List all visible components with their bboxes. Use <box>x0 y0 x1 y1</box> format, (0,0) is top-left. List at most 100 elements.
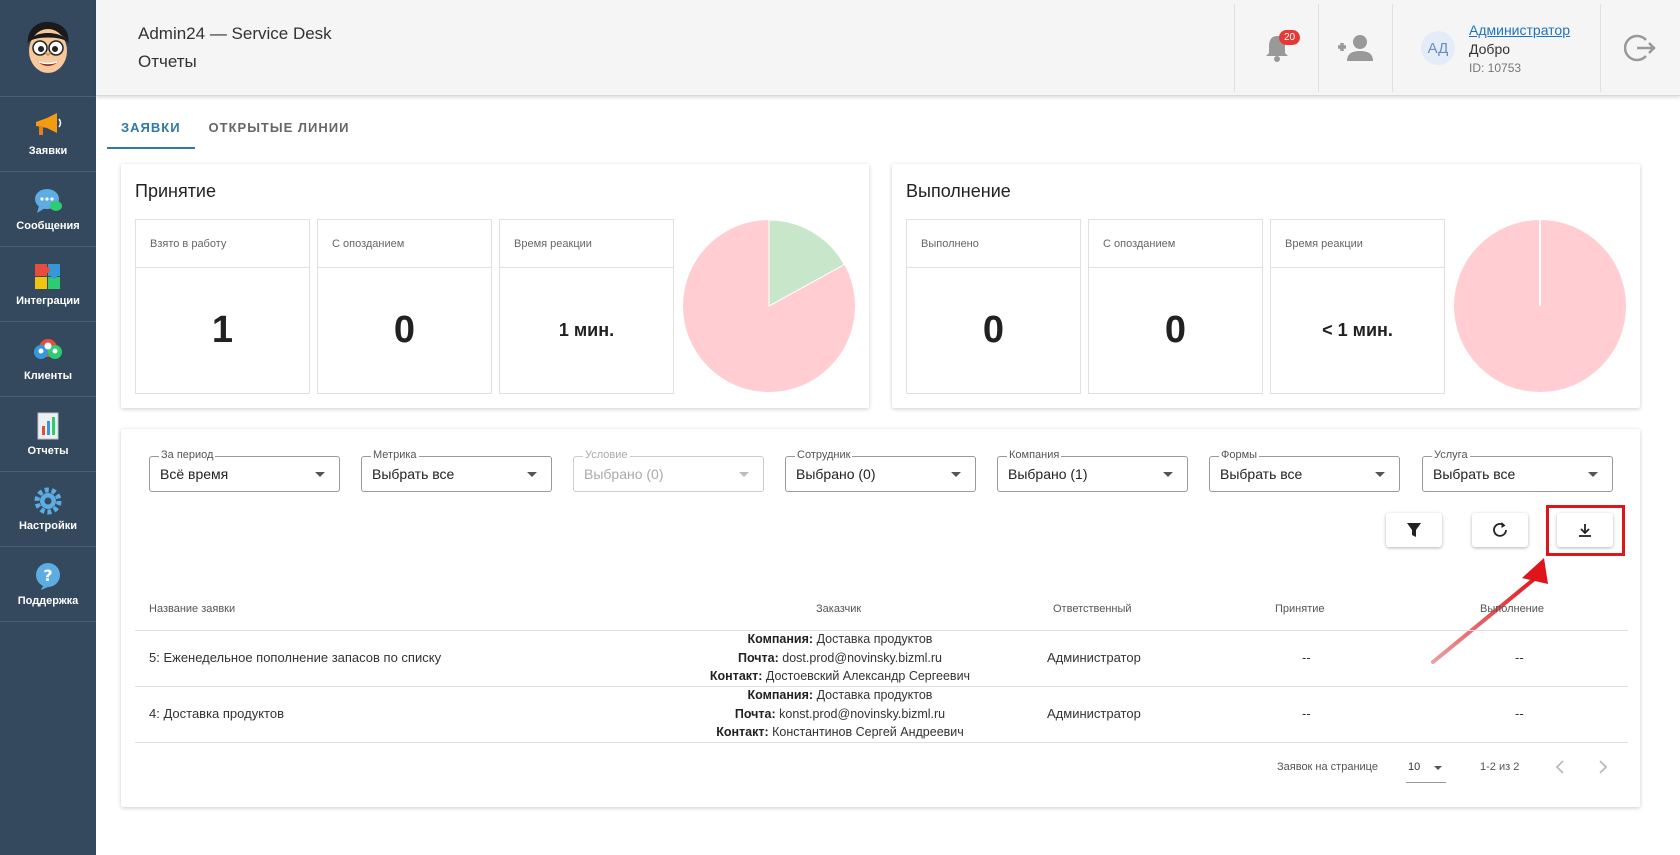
row-divider <box>135 742 1628 743</box>
mascot-logo-icon <box>27 21 69 73</box>
row-name[interactable]: 5: Еженедельное пополнение запасов по сп… <box>149 650 441 665</box>
chevron-down-icon <box>315 472 325 477</box>
filter-period[interactable]: За период Всё время <box>149 449 340 492</box>
filter-forms[interactable]: Формы Выбрать все <box>1209 449 1400 492</box>
per-page-label: Заявок на странице <box>1277 761 1378 773</box>
chevron-down-icon <box>739 472 749 477</box>
filter-company[interactable]: Компания Выбрано (1) <box>997 449 1188 492</box>
stat-label: С опозданием <box>318 220 491 268</box>
row-acceptance: -- <box>1302 650 1311 665</box>
stat-label: Время реакции <box>500 220 673 268</box>
per-page-select[interactable]: 10 <box>1406 755 1446 783</box>
gear-icon <box>33 486 63 516</box>
notifications-button[interactable]: 20 <box>1234 4 1318 92</box>
sidebar-item-reports[interactable]: Отчеты <box>0 397 96 472</box>
page-range: 1-2 из 2 <box>1480 761 1520 773</box>
logout-button[interactable] <box>1600 4 1678 92</box>
prev-page-button[interactable] <box>1553 757 1567 782</box>
company-label: Компания: <box>747 688 814 702</box>
stat-late: С опозданием 0 <box>1088 219 1263 394</box>
chat-bubbles-icon <box>33 186 63 216</box>
user-greeting: Добро <box>1469 40 1511 57</box>
contact-label: Контакт: <box>716 725 769 739</box>
next-page-button[interactable] <box>1596 757 1610 782</box>
chevron-down-icon <box>951 472 961 477</box>
add-user-button[interactable] <box>1318 4 1392 92</box>
stat-taken: Взято в работу 1 <box>135 219 310 394</box>
stat-label: Время реакции <box>1271 220 1444 268</box>
sidebar: Заявки Сообщения Интеграции Клиенты Отче… <box>0 0 96 855</box>
refresh-icon <box>1493 522 1507 537</box>
sidebar-item-clients[interactable]: Клиенты <box>0 322 96 397</box>
company-label: Компания: <box>747 632 814 646</box>
user-profile[interactable]: АД Администратор Добро ID: 10753 <box>1392 4 1600 92</box>
refresh-button[interactable] <box>1472 513 1528 547</box>
chevron-down-icon <box>1434 766 1442 770</box>
sidebar-item-integrations[interactable]: Интеграции <box>0 247 96 322</box>
email-label: Почта: <box>734 706 776 721</box>
filter-label: Сотрудник <box>795 449 853 461</box>
sidebar-item-requests[interactable]: Заявки <box>0 97 96 172</box>
notification-count-badge: 20 <box>1279 30 1301 45</box>
tab-requests[interactable]: ЗАЯВКИ <box>107 109 195 149</box>
filter-value: Выбрать все <box>1220 466 1303 482</box>
row-customer: Компания: Доставка продуктов Почта: kons… <box>630 686 1050 742</box>
filter-label: За период <box>159 449 216 461</box>
tab-open-lines[interactable]: ОТКРЫТЫЕ ЛИНИИ <box>195 109 364 149</box>
page-title: Отчеты <box>138 52 197 71</box>
stat-value: 1 мин. <box>558 320 615 340</box>
funnel-icon <box>1407 523 1421 537</box>
user-id: ID: 10753 <box>1469 60 1522 75</box>
stat-value: 0 <box>982 309 1005 351</box>
sidebar-item-label: Интеграции <box>16 295 80 307</box>
col-header-customer: Заказчик <box>816 603 862 615</box>
contact-value: Константинов Сергей Андреевич <box>772 725 964 739</box>
stat-value: 0 <box>1164 309 1187 351</box>
logo <box>0 0 96 97</box>
row-execution: -- <box>1515 650 1524 665</box>
row-responsible: Администратор <box>1047 650 1141 665</box>
puzzle-icon <box>33 261 63 291</box>
download-highlight-box <box>1546 505 1625 556</box>
logout-icon <box>1623 34 1656 62</box>
chevron-down-icon <box>1163 472 1173 477</box>
add-user-icon <box>1337 35 1373 61</box>
avatar: АД <box>1421 31 1455 65</box>
sidebar-item-settings[interactable]: Настройки <box>0 472 96 547</box>
filter-value: Выбрать все <box>1433 466 1516 482</box>
execution-pie-chart <box>1454 220 1626 392</box>
execution-title: Выполнение <box>906 181 1011 201</box>
stat-label: Взято в работу <box>136 220 309 268</box>
email-value: dost.prod@novinsky.bizml.ru <box>782 650 943 665</box>
chevron-down-icon <box>1588 472 1598 477</box>
chevron-right-icon <box>1599 760 1608 774</box>
chevron-down-icon <box>1375 472 1385 477</box>
row-responsible: Администратор <box>1047 706 1141 721</box>
sidebar-item-support[interactable]: ? Поддержка <box>0 547 96 622</box>
user-name-link[interactable]: Администратор <box>1469 22 1570 38</box>
filter-employee[interactable]: Сотрудник Выбрано (0) <box>785 449 976 492</box>
sidebar-item-messages[interactable]: Сообщения <box>0 172 96 247</box>
sidebar-item-label: Настройки <box>18 520 78 532</box>
acceptance-pie-chart <box>683 219 855 392</box>
header: Admin24 — Service Desk Отчеты 20 АД Адми… <box>96 0 1680 96</box>
col-header-execution: Выполнение <box>1480 603 1545 615</box>
apply-filter-button[interactable] <box>1386 513 1442 547</box>
row-name[interactable]: 4: Доставка продуктов <box>149 706 284 721</box>
row-execution: -- <box>1515 706 1524 721</box>
email-label: Почта: <box>737 650 779 665</box>
filter-value: Всё время <box>160 466 229 482</box>
stat-label: С опозданием <box>1089 220 1262 268</box>
sidebar-item-label: Отчеты <box>27 445 69 457</box>
col-header-name: Название заявки <box>149 603 236 615</box>
filter-label: Компания <box>1007 449 1062 461</box>
stat-value: 1 <box>211 309 234 351</box>
sidebar-item-label: Сообщения <box>16 220 80 232</box>
row-acceptance: -- <box>1302 706 1311 721</box>
row-customer: Компания: Доставка продуктов Почта: dost… <box>630 630 1050 686</box>
filter-metric[interactable]: Метрика Выбрать все <box>361 449 552 492</box>
filter-service[interactable]: Услуга Выбрать все <box>1422 449 1613 492</box>
stat-value: 0 <box>393 309 416 351</box>
app-title: Admin24 — Service Desk <box>138 24 332 43</box>
svg-text:?: ? <box>43 566 52 585</box>
